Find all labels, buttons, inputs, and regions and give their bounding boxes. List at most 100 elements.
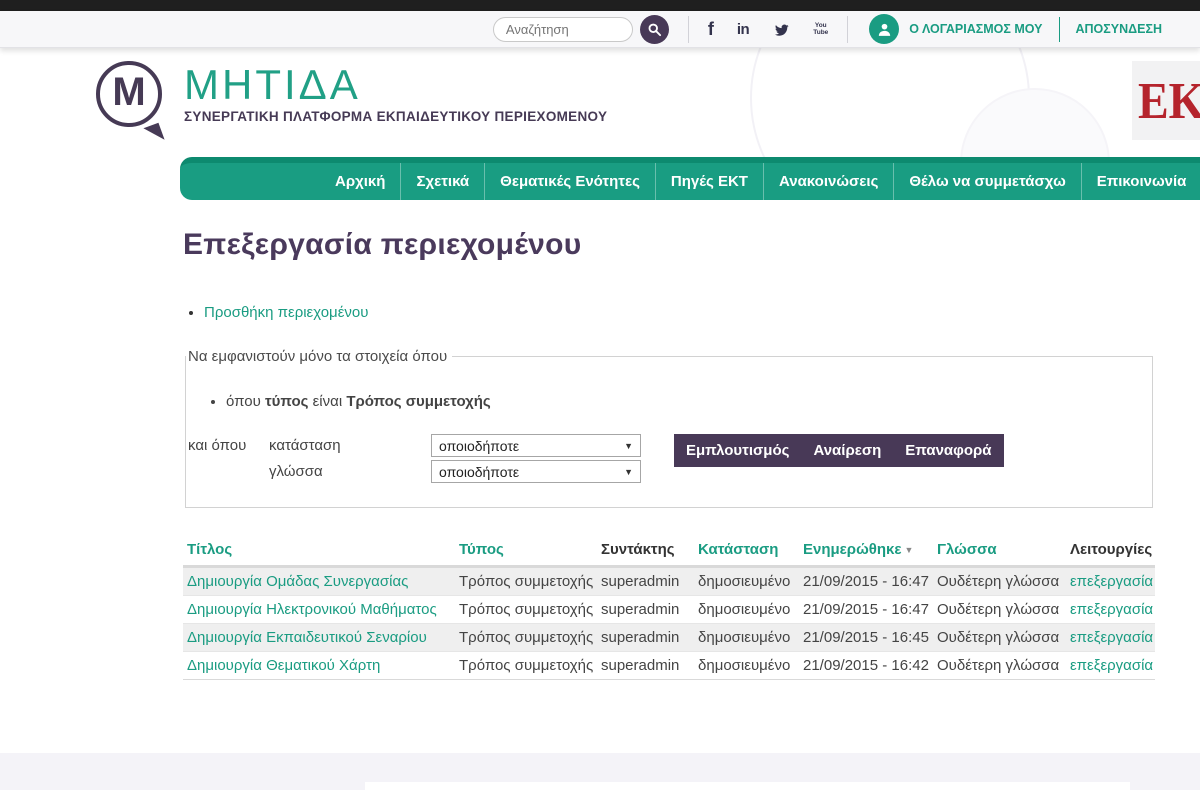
youtube-icon[interactable]: YouTube	[813, 22, 828, 36]
site-logo[interactable]: M	[96, 61, 162, 127]
brand-name[interactable]: ΜΗΤΙΔΑ	[184, 62, 607, 108]
column-header-3: Κατάσταση	[694, 536, 799, 567]
cell-author: superadmin	[597, 652, 694, 680]
status-filter-label: κατάσταση	[269, 437, 431, 454]
cell-operation: επεξεργασία	[1066, 652, 1155, 680]
cell-updated: 21/09/2015 - 16:47	[799, 596, 933, 624]
nav-item-2[interactable]: Θεματικές Ενότητες	[484, 163, 655, 200]
condition-value: Τρόπος συμμετοχής	[346, 393, 490, 410]
content-title-link[interactable]: Δημιουργία Ομάδας Συνεργασίας	[187, 573, 408, 590]
condition-field: τύπος	[265, 393, 308, 410]
and-where-label: και όπου	[188, 434, 269, 454]
sort-link-5[interactable]: Γλώσσα	[937, 541, 997, 558]
cell-status: δημοσιευμένο	[694, 596, 799, 624]
edit-link[interactable]: επεξεργασία	[1070, 601, 1153, 618]
content-title-link[interactable]: Δημιουργία Εκπαιδευτικού Σεναρίου	[187, 629, 427, 646]
status-filter-value: οποιοδήποτε	[439, 438, 519, 454]
cell-author: superadmin	[597, 567, 694, 596]
cell-language: Ουδέτερη γλώσσα	[933, 567, 1066, 596]
cell-language: Ουδέτερη γλώσσα	[933, 652, 1066, 680]
edit-link[interactable]: επεξεργασία	[1070, 657, 1153, 674]
cell-title: Δημιουργία Εκπαιδευτικού Σεναρίου	[183, 624, 455, 652]
sort-link-1[interactable]: Τύπος	[459, 541, 504, 558]
cell-type: Τρόπος συμμετοχής	[455, 652, 597, 680]
cell-language: Ουδέτερη γλώσσα	[933, 624, 1066, 652]
search-button[interactable]	[640, 15, 669, 44]
filter-row-language: γλώσσα οποιοδήποτε ▼	[269, 460, 641, 483]
cell-updated: 21/09/2015 - 16:42	[799, 652, 933, 680]
nav-item-6[interactable]: Επικοινωνία	[1081, 163, 1200, 200]
facebook-icon[interactable]: f	[708, 20, 714, 38]
language-filter-label: γλώσσα	[269, 463, 431, 480]
language-filter-select[interactable]: οποιοδήποτε ▼	[431, 460, 641, 483]
nav-item-1[interactable]: Σχετικά	[400, 163, 484, 200]
column-header-0: Τίτλος	[183, 536, 455, 567]
content-title-link[interactable]: Δημιουργία Θεματικού Χάρτη	[187, 657, 380, 674]
column-header-5: Γλώσσα	[933, 536, 1066, 567]
sort-desc-icon: ▼	[905, 545, 914, 555]
undo-button[interactable]: Αναίρεση	[801, 434, 893, 467]
user-avatar[interactable]	[869, 14, 899, 44]
list-item: Προσθήκη περιεχομένου	[204, 304, 1155, 321]
reset-button[interactable]: Επαναφορά	[893, 434, 1003, 467]
add-content-link[interactable]: Προσθήκη περιεχομένου	[204, 304, 368, 321]
ekt-logo-text: EKT	[1138, 75, 1200, 127]
filter-fieldset: Να εμφανιστούν μόνο τα στοιχεία όπου όπο…	[185, 348, 1153, 508]
column-header-2: Συντάκτης	[597, 536, 694, 567]
column-header-1: Τύπος	[455, 536, 597, 567]
divider	[1059, 17, 1060, 42]
edit-link[interactable]: επεξεργασία	[1070, 629, 1153, 646]
content-table: Τίτλος Τύπος ΣυντάκτηςΚατάσταση Ενημερώθηκε…	[183, 536, 1155, 680]
brand-tagline: ΣΥΝΕΡΓΑΤΙΚΗ ΠΛΑΤΦΟΡΜΑ ΕΚΠΑΙΔΕΥΤΙΚΟΥ ΠΕΡΙ…	[184, 109, 607, 124]
column-header-4: Ενημερώθηκε▼	[799, 536, 933, 567]
page-title: Επεξεργασία περιεχομένου	[183, 228, 1155, 262]
cell-operation: επεξεργασία	[1066, 596, 1155, 624]
content-title-link[interactable]: Δημιουργία Ηλεκτρονικού Μαθήματος	[187, 601, 437, 618]
chevron-down-icon: ▼	[624, 441, 633, 451]
cell-title: Δημιουργία Ηλεκτρονικού Μαθήματος	[183, 596, 455, 624]
nav-item-4[interactable]: Ανακοινώσεις	[763, 163, 893, 200]
divider	[688, 16, 689, 43]
search-input[interactable]	[493, 17, 633, 42]
table-row: Δημιουργία Θεματικού Χάρτη Τρόπος συμμετο…	[183, 652, 1155, 680]
status-filter-select[interactable]: οποιοδήποτε ▼	[431, 434, 641, 457]
nav-item-0[interactable]: Αρχική	[320, 163, 400, 200]
condition-prefix: όπου	[226, 393, 261, 410]
refine-button[interactable]: Εμπλουτισμός	[674, 434, 801, 467]
sort-link-4[interactable]: Ενημερώθηκε	[803, 541, 902, 558]
linkedin-icon[interactable]: in	[737, 22, 749, 37]
cell-status: δημοσιευμένο	[694, 567, 799, 596]
nav-item-3[interactable]: Πηγές ΕΚΤ	[655, 163, 763, 200]
divider	[847, 16, 848, 43]
footer-panel	[365, 782, 1130, 790]
ekt-logo[interactable]: EKT	[1132, 61, 1200, 140]
cell-type: Τρόπος συμμετοχής	[455, 567, 597, 596]
my-account-link[interactable]: Ο ΛΟΓΑΡΙΑΣΜΟΣ ΜΟΥ	[909, 22, 1042, 36]
cell-author: superadmin	[597, 596, 694, 624]
table-row: Δημιουργία Εκπαιδευτικού Σεναρίου Τρόπος …	[183, 624, 1155, 652]
condition-verb: είναι	[313, 393, 343, 410]
language-filter-value: οποιοδήποτε	[439, 464, 519, 480]
footer-strip	[0, 753, 1200, 790]
filter-rows: κατάσταση οποιοδήποτε ▼ γλώσσα οποιοδήπο…	[269, 434, 641, 483]
filter-row-status: κατάσταση οποιοδήποτε ▼	[269, 434, 641, 457]
table-row: Δημιουργία Ηλεκτρονικού ΜαθήματοςΤρόπος …	[183, 596, 1155, 624]
logo-letter: M	[112, 72, 145, 112]
filter-legend: Να εμφανιστούν μόνο τα στοιχεία όπου	[186, 348, 452, 365]
cell-updated: 21/09/2015 - 16:45	[799, 624, 933, 652]
cell-status: δημοσιευμένο	[694, 624, 799, 652]
cell-title: Δημιουργία Θεματικού Χάρτη	[183, 652, 455, 680]
brand-block: ΜΗΤΙΔΑ ΣΥΝΕΡΓΑΤΙΚΗ ΠΛΑΤΦΟΡΜΑ ΕΚΠΑΙΔΕΥΤΙΚ…	[184, 62, 607, 124]
nav-item-5[interactable]: Θέλω να συμμετάσχω	[893, 163, 1080, 200]
sort-link-0[interactable]: Τίτλος	[187, 541, 232, 558]
sort-link-3[interactable]: Κατάσταση	[698, 541, 778, 558]
edit-link[interactable]: επεξεργασία	[1070, 573, 1153, 590]
cell-author: superadmin	[597, 624, 694, 652]
column-header-6: Λειτουργίες	[1066, 536, 1155, 567]
main-navigation: ΑρχικήΣχετικάΘεματικές ΕνότητεςΠηγές ΕΚΤ…	[180, 157, 1200, 200]
cell-type: Τρόπος συμμετοχής	[455, 624, 597, 652]
table-row: Δημιουργία Ομάδας Συνεργασίας Τρόπος συμμ…	[183, 567, 1155, 596]
logout-link[interactable]: ΑΠΟΣΥΝΔΕΣΗ	[1076, 22, 1163, 36]
twitter-icon[interactable]	[772, 22, 790, 37]
main-content: Επεξεργασία περιεχομένου Προσθήκη περιεχ…	[0, 228, 1200, 680]
